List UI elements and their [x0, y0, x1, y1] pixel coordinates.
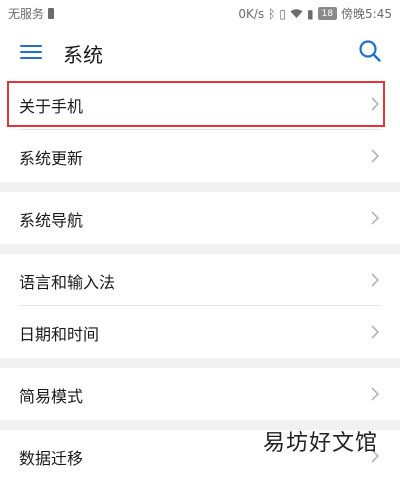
network-speed: 0K/s: [238, 6, 265, 21]
status-bar: 无服务 0K/s ᛒ ▯ ▮ 18 傍晚5:45: [0, 0, 400, 26]
search-icon[interactable]: [358, 39, 382, 63]
carrier-text: 无服务: [8, 7, 45, 21]
page-title: 系统: [63, 43, 103, 67]
sim-icon: [48, 8, 55, 19]
chevron-right-icon: [371, 325, 380, 339]
list-item-about-phone[interactable]: 关于手机: [0, 78, 400, 130]
list-item-simple-mode[interactable]: 简易模式: [0, 368, 400, 420]
app-header: 系统: [0, 26, 400, 78]
battery-icon: 18: [317, 7, 338, 20]
section-divider: [0, 182, 400, 192]
status-bar-right: 0K/s ᛒ ▯ ▮ 18 傍晚5:45: [238, 5, 392, 22]
sim-card-icon: ▮: [306, 6, 314, 21]
chevron-right-icon: [371, 149, 380, 163]
section-divider: [0, 358, 400, 368]
bluetooth-icon: ᛒ: [268, 6, 276, 21]
list-item-label: 简易模式: [19, 387, 84, 406]
list-item-label: 日期和时间: [19, 325, 100, 344]
list-item-system-update[interactable]: 系统更新: [0, 130, 400, 182]
watermark: 易坊好文馆: [262, 431, 378, 456]
list-item-label: 系统更新: [19, 149, 84, 168]
list-item-language-input[interactable]: 语言和输入法: [0, 254, 400, 306]
list-item-label: 系统导航: [19, 211, 84, 230]
list-item-date-time[interactable]: 日期和时间: [0, 306, 400, 358]
list-item-label: 语言和输入法: [19, 273, 116, 292]
chevron-right-icon: [371, 211, 380, 225]
clock: 傍晚5:45: [341, 7, 392, 21]
chevron-right-icon: [371, 97, 380, 111]
chevron-right-icon: [371, 273, 380, 287]
section-divider: [0, 244, 400, 254]
wifi-icon: [290, 9, 303, 18]
settings-list: 关于手机 系统更新 系统导航 语言和输入法 日期和时间 简易模式 数据迁移: [0, 78, 400, 482]
hamburger-menu-icon[interactable]: [20, 43, 42, 61]
battery-level: 18: [321, 8, 334, 19]
list-item-label: 关于手机: [19, 97, 84, 116]
list-item-label: 数据迁移: [19, 449, 84, 468]
vibrate-icon: ▯: [279, 6, 286, 21]
status-bar-left: 无服务: [8, 5, 55, 22]
chevron-right-icon: [371, 387, 380, 401]
list-item-system-navigation[interactable]: 系统导航: [0, 192, 400, 244]
